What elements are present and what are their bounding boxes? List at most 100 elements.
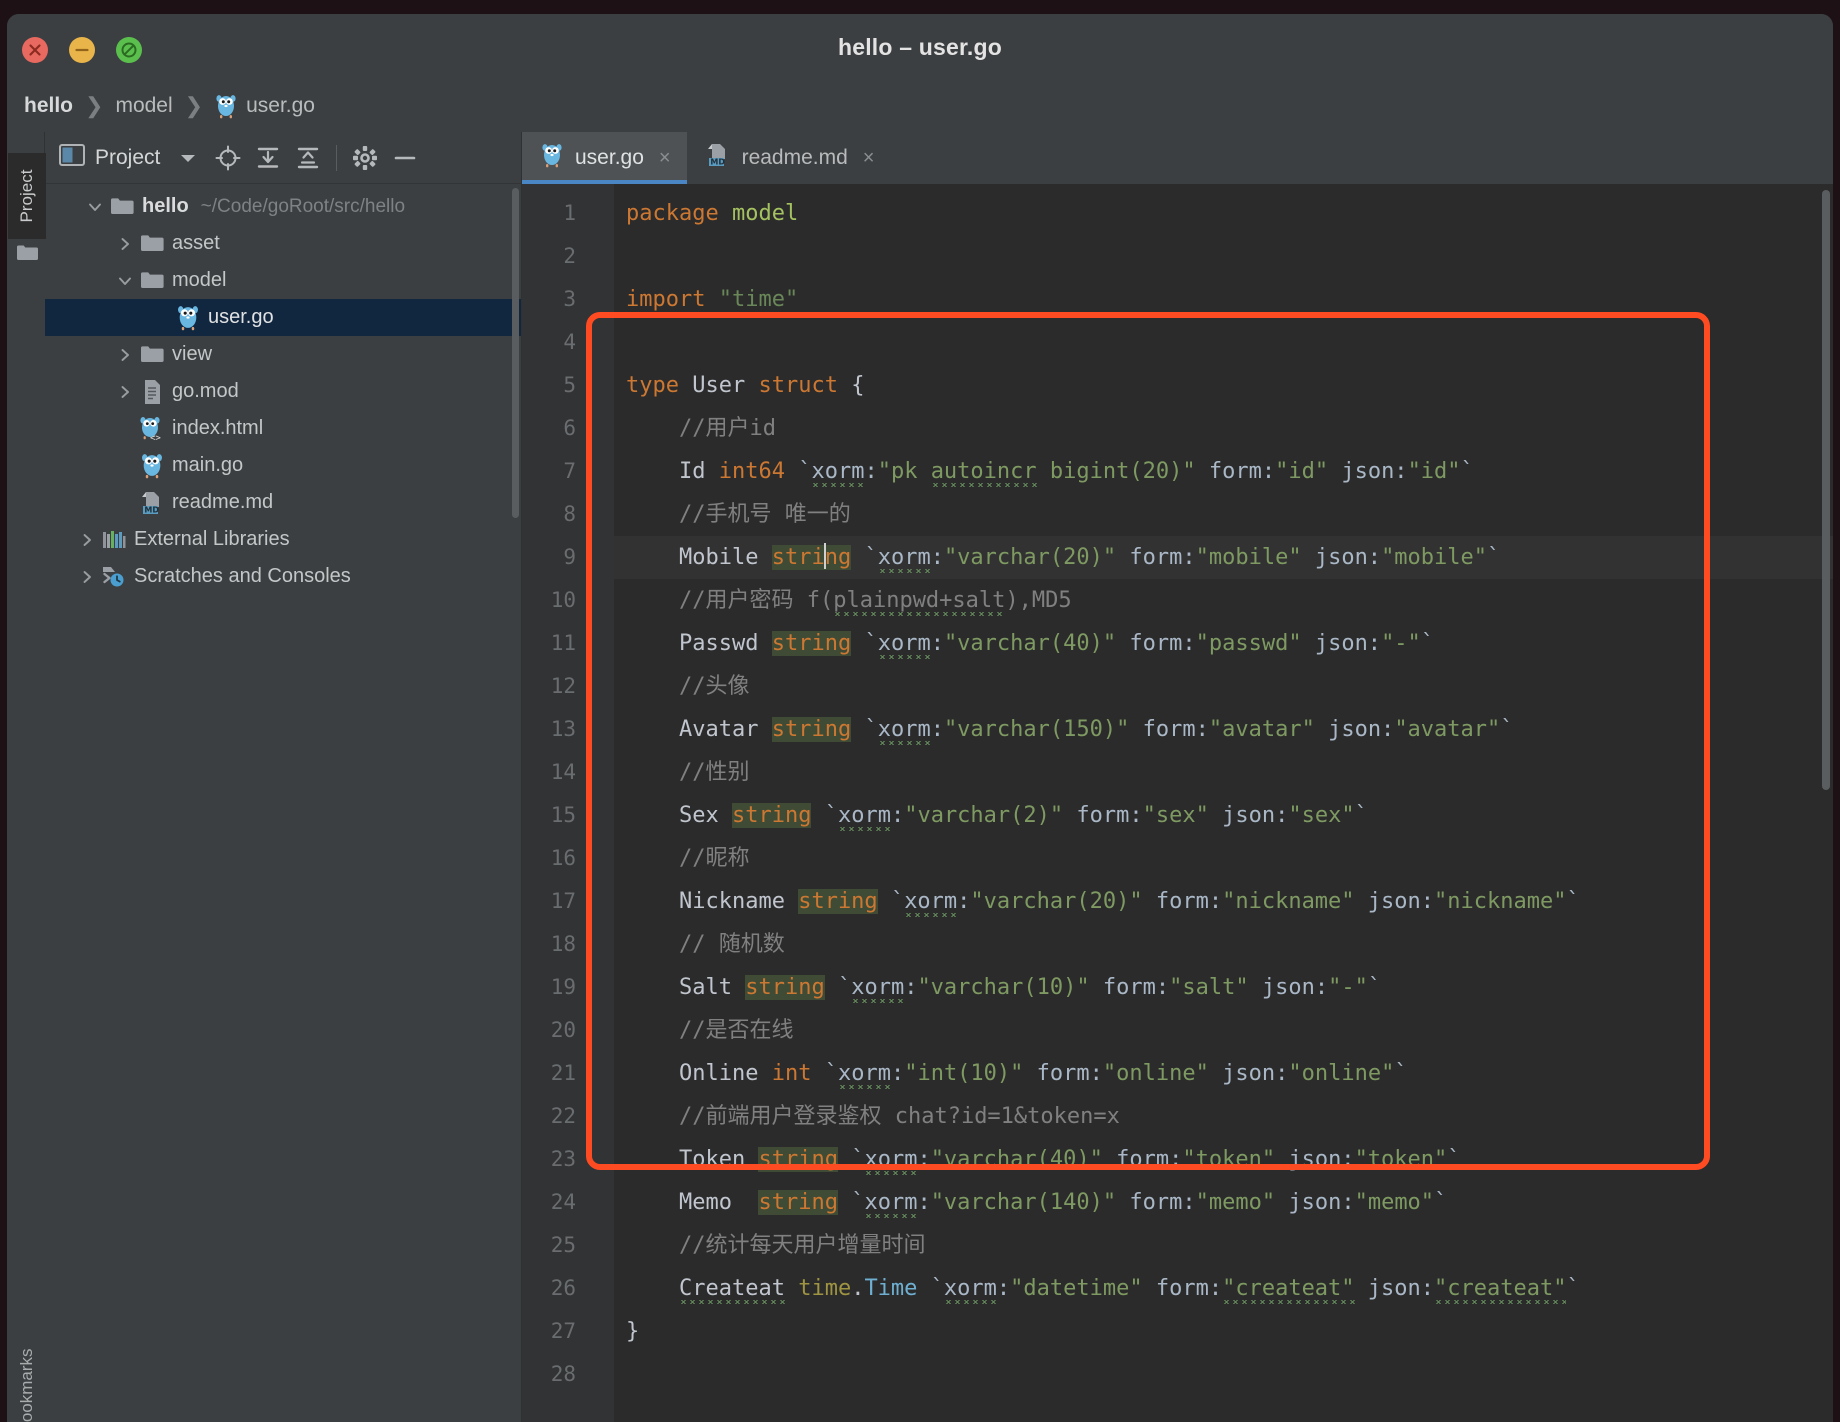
expand-all-icon[interactable]: [250, 140, 286, 176]
editor-tab-bar: user.go × MD readme.md ×: [522, 132, 1833, 184]
line-number: 23: [550, 1147, 576, 1171]
code-line-13: Avatar string `xorm:"varchar(150)" form:…: [614, 708, 1833, 751]
code-line-27: }: [626, 1319, 640, 1344]
settings-gear-icon[interactable]: [347, 140, 383, 176]
code-line-18: // 随机数: [678, 932, 785, 957]
line-number: 8: [563, 502, 576, 526]
project-title-label: Project: [95, 145, 161, 169]
line-number: 19: [550, 975, 576, 999]
code-line-17: Nickname string `xorm:"varchar(20)" form…: [614, 880, 1833, 923]
line-number: 16: [550, 846, 576, 870]
line-number: 14: [550, 760, 576, 784]
tree-label: hello: [142, 195, 189, 217]
tree-row-asset[interactable]: asset: [45, 225, 521, 262]
tree-row-external-libraries[interactable]: External Libraries: [45, 521, 521, 558]
project-title: Project: [59, 143, 161, 172]
line-number: 25: [550, 1233, 576, 1257]
chevron-down-icon[interactable]: [83, 199, 107, 215]
tree-label: view: [172, 343, 213, 365]
gomod-file-icon: [137, 379, 167, 405]
locate-target-icon[interactable]: [210, 140, 246, 176]
breadcrumb-item-model[interactable]: model: [115, 94, 172, 118]
tree-row-model[interactable]: model: [45, 262, 521, 299]
go-gopher-icon: [173, 304, 203, 331]
code-line-1: package model: [626, 201, 799, 226]
editor-scrollbar[interactable]: [1822, 190, 1830, 790]
title-bar: hello – user.go: [7, 14, 1833, 80]
source-code[interactable]: package model import "time" type User st…: [614, 184, 1833, 1422]
chevron-right-icon[interactable]: [75, 569, 99, 585]
folder-icon: [137, 271, 167, 290]
tree-row-user-go[interactable]: user.go: [45, 299, 521, 336]
line-number: 6: [563, 416, 576, 440]
go-html-icon: <>: [137, 415, 167, 442]
hide-panel-icon[interactable]: [387, 140, 423, 176]
chevron-right-icon[interactable]: [113, 384, 137, 400]
tree-label: index.html: [172, 417, 264, 439]
tree-row-main-go[interactable]: main.go: [45, 447, 521, 484]
chevron-down-icon[interactable]: [113, 273, 137, 289]
workspace: Project Bookmarks Project hello ~/Code/g…: [7, 132, 1833, 1422]
breadcrumb-item-user-go[interactable]: user.go: [215, 93, 315, 119]
code-line-9: Mobile string `xorm:"varchar(20)" form:"…: [614, 536, 1833, 579]
project-tree[interactable]: hello ~/Code/goRoot/src/hello asset mode…: [45, 184, 521, 1422]
svg-text:MD: MD: [144, 505, 159, 514]
chevron-down-icon[interactable]: [170, 140, 206, 176]
tool-tab-bookmarks[interactable]: Bookmarks: [8, 1331, 46, 1422]
window-title: hello – user.go: [837, 34, 1003, 60]
editor-tab-user-go[interactable]: user.go ×: [522, 132, 687, 184]
line-number: 17: [550, 889, 576, 913]
breadcrumb: hello ❯ model ❯ user.go: [7, 80, 1833, 132]
go-gopher-icon: [137, 452, 167, 479]
line-number: 21: [550, 1061, 576, 1085]
folder-icon: [137, 234, 167, 253]
breadcrumb-label: hello: [24, 94, 74, 117]
tree-row-view[interactable]: view: [45, 336, 521, 373]
chevron-right-icon[interactable]: [113, 347, 137, 363]
tree-label: go.mod: [172, 380, 239, 402]
chevron-right-icon[interactable]: [113, 236, 137, 252]
tree-row-readme-md[interactable]: MD readme.md: [45, 484, 521, 521]
line-number: 11: [550, 631, 576, 655]
breadcrumb-label: model: [115, 94, 173, 117]
tree-row-scratches-and-consoles[interactable]: Scratches and Consoles: [45, 558, 521, 595]
code-line-23: Token string `xorm:"varchar(40)" form:"t…: [614, 1138, 1833, 1181]
markdown-file-icon: MD: [705, 142, 731, 174]
tree-label: asset: [172, 232, 220, 254]
chevron-right-icon[interactable]: [75, 532, 99, 548]
line-number: 12: [550, 674, 576, 698]
collapse-all-icon[interactable]: [290, 140, 326, 176]
tree-label: main.go: [172, 454, 244, 476]
editor-tab-label: user.go: [575, 146, 644, 169]
project-tree-scrollbar[interactable]: [512, 188, 519, 518]
go-gopher-icon: [215, 93, 237, 119]
tree-row-hello[interactable]: hello ~/Code/goRoot/src/hello: [45, 188, 521, 225]
code-line-5: type User struct {: [626, 373, 865, 398]
tree-row-index-html[interactable]: <> index.html: [45, 410, 521, 447]
tree-row-go-mod[interactable]: go.mod: [45, 373, 521, 410]
line-number: 22: [550, 1104, 576, 1128]
tree-label: External Libraries: [134, 528, 290, 550]
breadcrumb-label: user.go: [246, 94, 315, 117]
code-line-10: //用户密码 f(plainpwd+salt),MD5: [614, 579, 1833, 622]
code-line-11: Passwd string `xorm:"varchar(40)" form:"…: [614, 622, 1833, 665]
code-line-21: Online int `xorm:"int(10)" form:"online"…: [614, 1052, 1833, 1095]
code-line-14: //性别: [678, 760, 750, 785]
close-icon[interactable]: ×: [659, 147, 671, 170]
code-line-16: //昵称: [678, 846, 750, 871]
close-icon[interactable]: ×: [863, 147, 875, 170]
markdown-file-icon: MD: [137, 490, 167, 516]
code-line-20: //是否在线: [678, 1018, 794, 1043]
editor-tab-readme-md[interactable]: MD readme.md ×: [687, 132, 891, 184]
editor-tab-label: readme.md: [741, 146, 848, 169]
tool-tab-project[interactable]: Project: [8, 153, 46, 239]
code-line-24: Memo string `xorm:"varchar(140)" form:"m…: [614, 1181, 1833, 1224]
breadcrumb-item-hello[interactable]: hello: [24, 94, 73, 118]
left-tool-strip: Project Bookmarks: [7, 132, 46, 1422]
folder-icon: [137, 345, 167, 364]
code-viewport[interactable]: 1 2 3 4 5 6 7 8 9 10 11 12 13 14 15 16 1: [522, 184, 1833, 1422]
code-line-25: //统计每天用户增量时间: [678, 1233, 926, 1258]
line-number: 15: [550, 803, 576, 827]
